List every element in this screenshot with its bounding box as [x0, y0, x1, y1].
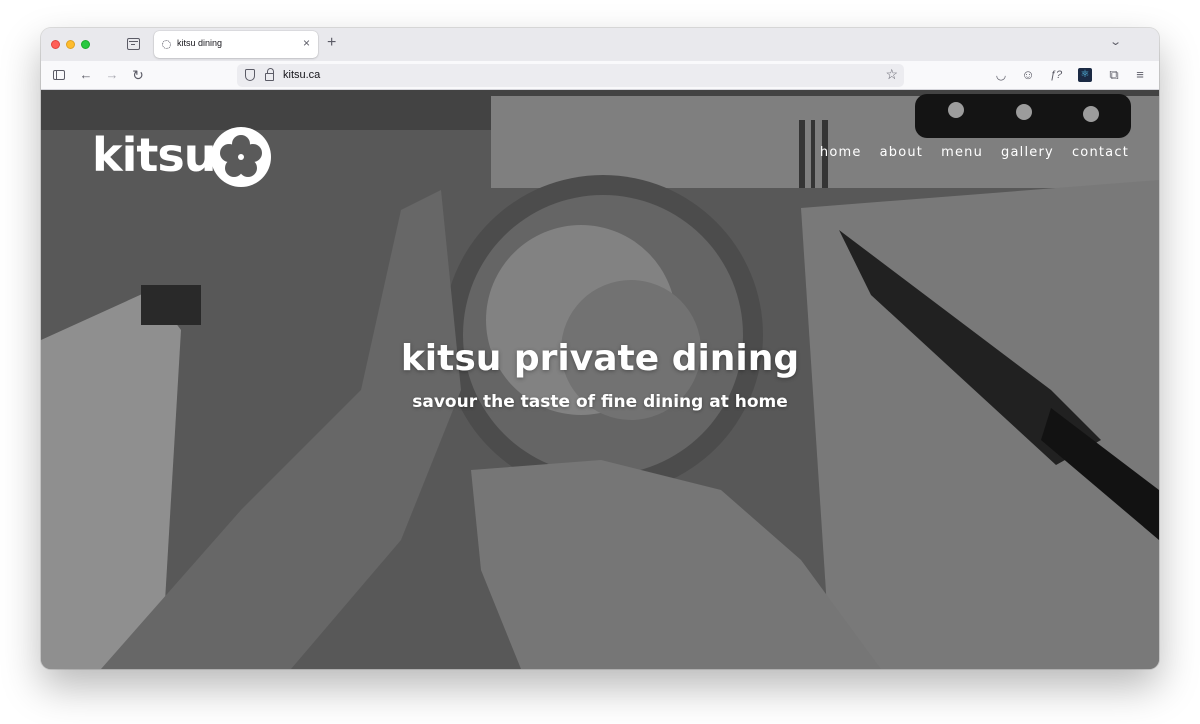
new-tab-button[interactable]: + — [327, 34, 336, 52]
url-text[interactable]: kitsu.ca — [283, 69, 320, 81]
sidebar-icon[interactable] — [53, 70, 65, 80]
zoom-window-button[interactable] — [81, 40, 90, 49]
address-bar[interactable]: kitsu.ca ☆ — [237, 64, 904, 87]
nav-link-contact[interactable]: contact — [1072, 145, 1129, 160]
shield-icon[interactable] — [245, 69, 255, 81]
flower-logo-icon — [211, 127, 271, 187]
formula-icon[interactable]: ƒ? — [1047, 66, 1065, 84]
tab-title: kitsu dining — [177, 38, 223, 48]
hero-subtitle: savour the taste of fine dining at home — [412, 392, 788, 412]
page-viewport: kitsu home about menu gallery contact ki… — [41, 90, 1159, 669]
nav-link-menu[interactable]: menu — [941, 145, 983, 160]
bookmark-star-icon[interactable]: ☆ — [885, 66, 898, 83]
chevron-down-icon[interactable]: ⌄ — [1109, 35, 1122, 48]
loading-icon — [162, 40, 171, 49]
nav-link-gallery[interactable]: gallery — [1001, 145, 1054, 160]
logo-wordmark: kitsu — [92, 128, 216, 182]
site-navigation: home about menu gallery contact — [820, 145, 1129, 160]
minimize-window-button[interactable] — [66, 40, 75, 49]
tab-strip: kitsu dining × + ⌄ — [41, 28, 1159, 61]
pocket-icon[interactable]: ◡ — [994, 66, 1008, 84]
react-devtools-icon[interactable]: ⚛ — [1078, 68, 1092, 82]
back-icon[interactable]: ← — [79, 66, 93, 84]
nav-link-home[interactable]: home — [820, 145, 862, 160]
close-tab-button[interactable]: × — [303, 36, 310, 50]
lock-icon[interactable] — [265, 68, 274, 81]
tab-overview-icon[interactable] — [127, 38, 140, 50]
navigation-toolbar: ← → ↻ kitsu.ca ☆ ◡ ☺ ƒ? ⚛ ⧉ ≡ — [41, 61, 1159, 90]
hero-title: kitsu private dining — [400, 338, 800, 379]
forward-icon[interactable]: → — [105, 66, 119, 84]
account-icon[interactable]: ☺ — [1021, 66, 1035, 84]
close-window-button[interactable] — [51, 40, 60, 49]
app-menu-icon[interactable]: ≡ — [1133, 66, 1147, 84]
tab-kitsu-dining[interactable]: kitsu dining × — [154, 31, 318, 58]
reload-icon[interactable]: ↻ — [131, 66, 145, 84]
nav-link-about[interactable]: about — [880, 145, 924, 160]
extensions-icon[interactable]: ⧉ — [1107, 66, 1121, 84]
browser-window: kitsu dining × + ⌄ ← → ↻ kitsu.ca ☆ ◡ ☺ … — [41, 28, 1159, 669]
site-logo[interactable]: kitsu — [92, 126, 272, 188]
